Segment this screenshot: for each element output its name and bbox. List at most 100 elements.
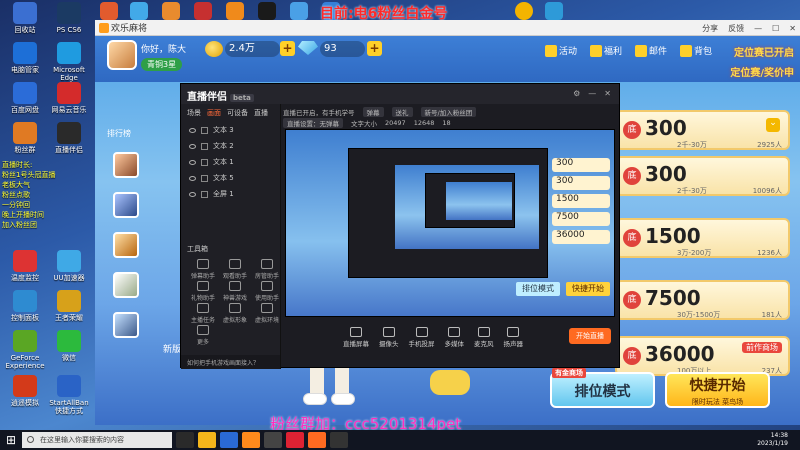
desktop-shortcut[interactable]: 电脑管家 <box>2 42 48 74</box>
layer-item[interactable]: 文本 3 <box>181 122 280 138</box>
desktop-shortcut[interactable]: 百度网盘 <box>2 82 48 114</box>
tab-devices[interactable]: 可设备 <box>227 108 248 118</box>
source-screen-button[interactable]: 直播屏幕 <box>343 326 369 348</box>
taskbar-app-icon[interactable] <box>220 432 238 448</box>
taskbar-clock[interactable]: 14:38 2023/1/19 <box>757 432 788 448</box>
feedback-button[interactable]: 反馈 <box>728 23 744 34</box>
desktop-shortcut[interactable]: GeForce Experience <box>2 330 48 370</box>
taskbar-app-icon[interactable] <box>330 432 348 448</box>
layer-item[interactable]: 文本 1 <box>181 154 280 170</box>
taskbar-app-icon[interactable] <box>242 432 260 448</box>
fans-chip[interactable]: 新号/加入粉丝团 <box>420 106 477 117</box>
ranking-avatar[interactable] <box>113 152 139 178</box>
camera-hint[interactable]: 如何把手机游戏画面接入？ <box>181 355 280 369</box>
room-card[interactable]: 底 300 2千-30万 10096人 <box>615 156 790 196</box>
taskbar-app-icon[interactable] <box>264 432 282 448</box>
layer-item[interactable]: 文本 5 <box>181 170 280 186</box>
eye-icon[interactable] <box>189 159 196 165</box>
start-live-button[interactable]: 开始直播 <box>569 328 611 344</box>
nav-welfare[interactable]: 福利 <box>590 44 622 57</box>
app-shortcut-icon[interactable] <box>100 2 118 20</box>
eye-icon[interactable] <box>189 191 196 197</box>
nav-activity[interactable]: 活动 <box>545 44 577 57</box>
live-settings-chip[interactable]: 直播设置：无弹幕 <box>283 117 343 128</box>
desktop-shortcut[interactable]: 直播伴侣 <box>46 122 92 154</box>
source-camera-button[interactable]: 摄像头 <box>379 326 399 348</box>
share-button[interactable]: 分享 <box>702 23 718 34</box>
ranking-label[interactable]: 排行榜 <box>107 128 131 139</box>
desktop-shortcut[interactable]: 逍遥模拟 <box>2 375 48 407</box>
desktop-shortcut[interactable]: 控制面板 <box>2 290 48 322</box>
toolbox-item[interactable]: 更多 <box>185 325 221 346</box>
player-avatar[interactable] <box>107 40 137 70</box>
desktop-shortcut[interactable]: 微信 <box>46 330 92 362</box>
chevron-down-icon[interactable]: ⌄ <box>766 118 780 132</box>
quick-start-button[interactable]: 快捷开始 限时玩法 菜鸟场 <box>665 372 770 408</box>
toolbox-item[interactable]: 观看助手 <box>217 259 253 280</box>
lock-icon[interactable] <box>201 158 208 166</box>
windows-start-icon[interactable]: ⊞ <box>0 430 22 450</box>
desktop-shortcut[interactable]: UU加速器 <box>46 250 92 282</box>
settings-icon[interactable]: ⚙ <box>573 89 580 98</box>
toolbox-item[interactable]: 房管助手 <box>249 259 285 280</box>
add-gold-button[interactable]: + <box>280 41 295 56</box>
toolbox-item[interactable]: 虚拟形象 <box>217 303 253 324</box>
room-card[interactable]: 底 36000 前作商场 100万以上 237人 <box>615 336 790 376</box>
toolbox-item[interactable]: 主播任务 <box>185 303 221 324</box>
desktop-shortcut[interactable]: StartAllBan 快捷方式 <box>46 375 92 415</box>
close-icon[interactable]: ✕ <box>789 24 796 33</box>
app-shortcut-icon[interactable] <box>545 2 563 20</box>
lock-icon[interactable] <box>201 142 208 150</box>
taskbar-app-icon[interactable] <box>286 432 304 448</box>
taskbar-app-icon[interactable] <box>198 432 216 448</box>
toolbox-item[interactable]: 使用助手 <box>249 281 285 302</box>
gift-chip[interactable]: 送礼 <box>391 106 413 117</box>
ranking-avatar[interactable] <box>113 232 139 258</box>
lock-icon[interactable] <box>201 126 208 134</box>
toolbox-item[interactable]: 虚拟环境 <box>249 303 285 324</box>
add-gem-button[interactable]: + <box>367 41 382 56</box>
microphone-button[interactable]: 麦克风 <box>474 326 494 348</box>
eye-icon[interactable] <box>189 175 196 181</box>
source-media-button[interactable]: 多媒体 <box>445 326 464 348</box>
nav-mail[interactable]: 邮件 <box>635 44 667 57</box>
app-shortcut-icon[interactable] <box>290 2 308 20</box>
app-shortcut-icon[interactable] <box>194 2 212 20</box>
app-shortcut-icon[interactable] <box>130 2 148 20</box>
rank-mode-button[interactable]: 有金商场 排位模式 <box>550 368 655 408</box>
lock-icon[interactable] <box>201 174 208 182</box>
ranking-avatar[interactable] <box>113 192 139 218</box>
layer-item[interactable]: 全屏 1 <box>181 186 280 202</box>
eye-icon[interactable] <box>189 143 196 149</box>
maximize-icon[interactable]: ☐ <box>772 24 779 33</box>
nav-bag[interactable]: 背包 <box>680 44 712 57</box>
minimize-icon[interactable]: — <box>754 24 762 33</box>
room-card[interactable]: 底 300 2千-30万 2925人 ⌄ <box>615 110 790 150</box>
toolbox-item[interactable]: 神兽游戏 <box>217 281 253 302</box>
stream-preview[interactable]: 300 300 1500 7500 36000 排位模式 快捷开始 <box>285 129 615 317</box>
tab-scene[interactable]: 场景 <box>187 108 201 118</box>
app-shortcut-icon[interactable] <box>515 2 533 20</box>
room-card[interactable]: 底 7500 30万-1500万 181人 <box>615 280 790 320</box>
room-card[interactable]: 底 1500 3万-200万 1236人 <box>615 218 790 258</box>
tab-canvas[interactable]: 画面 <box>207 108 221 118</box>
app-shortcut-icon[interactable] <box>226 2 244 20</box>
source-phone-button[interactable]: 手机投屏 <box>409 326 435 348</box>
ranking-avatar[interactable] <box>113 272 139 298</box>
danmu-chip[interactable]: 弹幕 <box>362 106 384 117</box>
eye-icon[interactable] <box>189 127 196 133</box>
desktop-shortcut[interactable]: 回收站 <box>2 2 48 34</box>
desktop-shortcut[interactable]: PS CS6 <box>46 2 92 34</box>
layer-item[interactable]: 文本 2 <box>181 138 280 154</box>
desktop-shortcut[interactable]: 粉丝群 <box>2 122 48 154</box>
speaker-button[interactable]: 扬声器 <box>504 326 523 348</box>
minimize-icon[interactable]: — <box>588 89 596 98</box>
desktop-shortcut[interactable]: 王者荣耀 <box>46 290 92 322</box>
taskbar-app-icon[interactable] <box>176 432 194 448</box>
ranking-avatar[interactable] <box>113 312 139 338</box>
toolbox-item[interactable]: 弹幕助手 <box>185 259 221 280</box>
desktop-shortcut[interactable]: Microsoft Edge <box>46 42 92 82</box>
lock-icon[interactable] <box>201 190 208 198</box>
taskbar-app-icon[interactable] <box>308 432 326 448</box>
tab-live[interactable]: 直播 <box>254 108 268 118</box>
